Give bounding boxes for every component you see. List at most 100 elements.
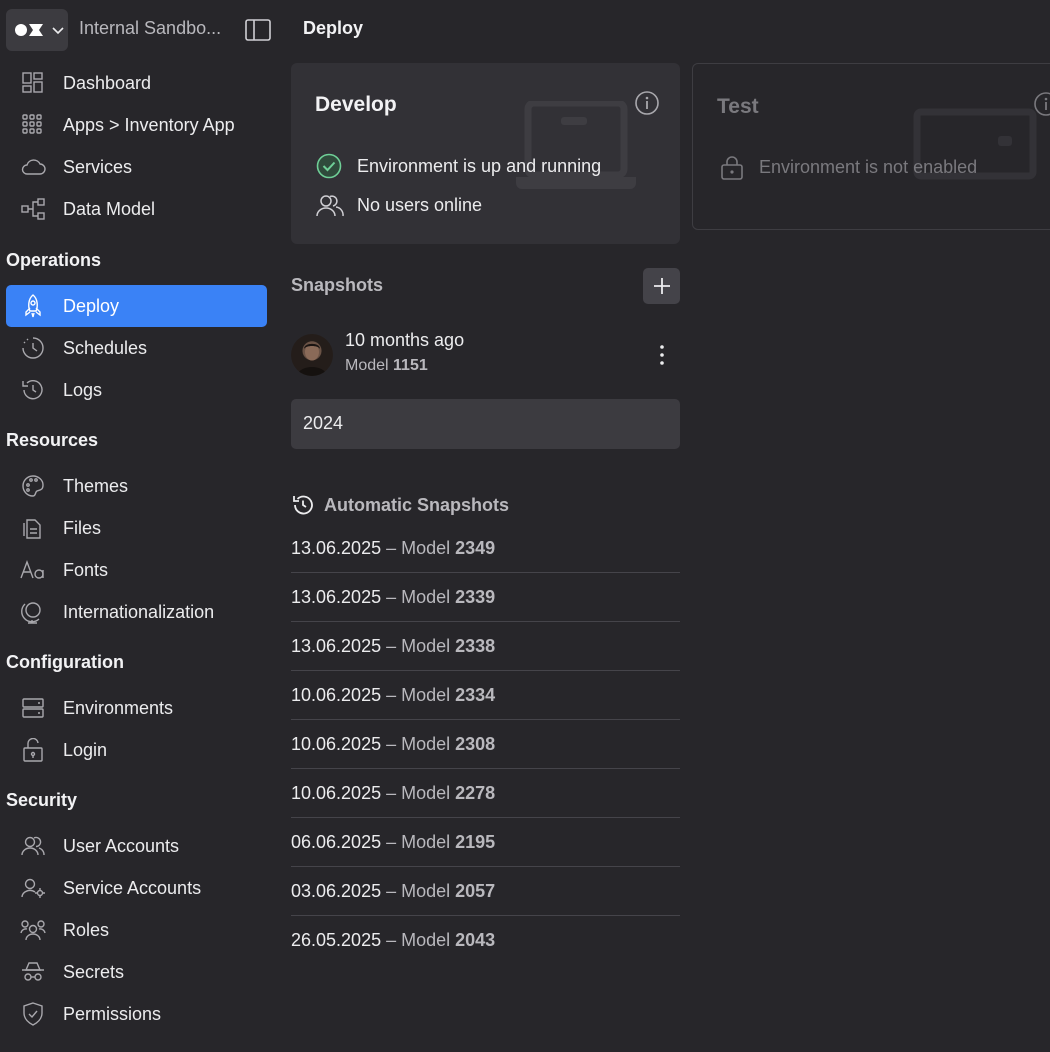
add-snapshot-button[interactable] xyxy=(643,268,680,304)
sidebar-item-user-accounts[interactable]: User Accounts xyxy=(6,825,267,867)
sidebar-item-label: Deploy xyxy=(63,296,120,316)
snapshot-date: 13.06.2025 xyxy=(291,537,382,558)
model-number: 2349 xyxy=(455,537,496,558)
avatar xyxy=(291,334,333,376)
list-item[interactable]: 10.06.2025 – Model 2278 xyxy=(291,769,680,818)
chevron-down-icon xyxy=(52,27,64,35)
sidebar-item-login[interactable]: Login xyxy=(6,729,267,771)
cloud-icon xyxy=(21,159,46,175)
snapshot-model: Model 1151 xyxy=(345,357,428,375)
sidebar-item-internationalization[interactable]: Internationalization xyxy=(6,591,267,633)
sidebar-item-label: Logs xyxy=(63,380,103,400)
lock-icon xyxy=(721,156,743,180)
globe-icon xyxy=(21,602,41,624)
sidebar-item-label: Internationalization xyxy=(63,602,215,622)
list-item[interactable]: 10.06.2025 – Model 2308 xyxy=(291,720,680,769)
shield-icon xyxy=(23,1002,43,1026)
develop-environment-card[interactable]: Develop Environment is up and running No… xyxy=(291,63,680,244)
section-heading-operations: Operations xyxy=(6,250,102,270)
snapshot-time[interactable]: 10 months ago xyxy=(345,330,464,351)
more-options-icon[interactable] xyxy=(650,340,674,370)
schedule-clock-icon xyxy=(22,337,44,359)
users-icon xyxy=(316,195,344,217)
rocket-icon xyxy=(25,294,41,318)
model-number: 2334 xyxy=(455,684,496,705)
sidebar-item-label: Dashboard xyxy=(63,73,152,93)
model-label: Model xyxy=(401,733,451,754)
separator: – xyxy=(386,537,397,558)
sidebar-item-label: Schedules xyxy=(63,338,148,358)
list-item[interactable]: 06.06.2025 – Model 2195 xyxy=(291,818,680,867)
snapshot-date: 10.06.2025 xyxy=(291,684,382,705)
files-icon xyxy=(23,519,41,539)
history-icon xyxy=(293,495,313,515)
separator: – xyxy=(386,684,397,705)
page-title: Deploy xyxy=(303,18,364,38)
apps-grid-icon xyxy=(22,114,42,134)
list-item[interactable]: 10.06.2025 – Model 2334 xyxy=(291,671,680,720)
info-icon[interactable] xyxy=(1033,91,1050,117)
section-heading-security: Security xyxy=(6,790,78,810)
sidebar-item-roles[interactable]: Roles xyxy=(6,909,267,951)
check-circle-icon xyxy=(316,153,342,179)
sidebar-item-deploy[interactable]: Deploy xyxy=(6,285,267,327)
sidebar-item-label: Secrets xyxy=(63,962,125,982)
separator: – xyxy=(386,635,397,656)
sidebar-item-label: Roles xyxy=(63,920,110,940)
model-number: 2308 xyxy=(455,733,496,754)
sidebar-item-apps[interactable]: Apps > Inventory App xyxy=(6,104,267,146)
separator: – xyxy=(386,782,397,803)
model-label: Model xyxy=(401,930,451,950)
sidebar-item-label: Service Accounts xyxy=(63,878,202,898)
service-account-icon xyxy=(21,878,45,898)
workspace-name[interactable]: Internal Sandbo... xyxy=(79,18,221,39)
sidebar-item-data-model[interactable]: Data Model xyxy=(6,188,267,230)
model-number: 2278 xyxy=(455,782,496,803)
year-group-row[interactable]: 2024 xyxy=(291,399,680,449)
sidebar-item-services[interactable]: Services xyxy=(6,146,267,188)
separator: – xyxy=(386,880,397,901)
sidebar-item-environments[interactable]: Environments xyxy=(6,687,267,729)
snapshots-heading: Snapshots xyxy=(291,275,384,295)
list-item[interactable]: 03.06.2025 – Model 2057 xyxy=(291,867,680,916)
sidebar-item-fonts[interactable]: Fonts xyxy=(6,549,267,591)
model-label: Model xyxy=(401,586,451,607)
sidebar-item-service-accounts[interactable]: Service Accounts xyxy=(6,867,267,909)
sidebar-item-label: Themes xyxy=(63,476,129,496)
environment-title: Test xyxy=(717,95,759,118)
list-item[interactable]: 26.05.2025 – Model 2043 xyxy=(291,916,680,965)
list-item[interactable]: 13.06.2025 – Model 2338 xyxy=(291,622,680,671)
model-label: Model xyxy=(401,684,451,705)
sidebar-item-permissions[interactable]: Permissions xyxy=(6,993,267,1035)
sidebar-item-themes[interactable]: Themes xyxy=(6,465,267,507)
sidebar-item-label: Environments xyxy=(63,698,174,718)
model-number: 2339 xyxy=(455,586,496,607)
model-label: Model xyxy=(401,831,451,852)
dashboard-icon xyxy=(22,72,43,93)
sidebar-item-secrets[interactable]: Secrets xyxy=(6,951,267,993)
workspace-switcher-button[interactable] xyxy=(6,9,68,51)
sidebar-item-dashboard[interactable]: Dashboard xyxy=(6,62,267,104)
info-icon[interactable] xyxy=(634,90,660,116)
sidebar-item-label: User Accounts xyxy=(63,836,180,856)
snapshot-date: 03.06.2025 xyxy=(291,880,382,901)
sidebar-item-schedules[interactable]: Schedules xyxy=(6,327,267,369)
plus-icon xyxy=(653,278,670,294)
model-number: 2057 xyxy=(455,880,496,901)
model-number: 1151 xyxy=(393,357,428,374)
snapshot-date: 13.06.2025 xyxy=(291,635,382,656)
list-item[interactable]: 13.06.2025 – Model 2339 xyxy=(291,573,680,622)
status-text: Environment is up and running xyxy=(357,156,602,176)
sidebar-item-label: Permissions xyxy=(63,1004,162,1024)
sidebar-toggle-icon[interactable] xyxy=(244,17,272,43)
environment-title: Develop xyxy=(315,93,397,116)
separator: – xyxy=(386,831,397,852)
palette-icon xyxy=(22,475,44,497)
users-online-text: No users online xyxy=(357,195,483,215)
server-icon xyxy=(22,698,44,718)
list-item[interactable]: 13.06.2025 – Model 2349 xyxy=(291,524,680,573)
sidebar-item-logs[interactable]: Logs xyxy=(6,369,267,411)
sidebar-item-files[interactable]: Files xyxy=(6,507,267,549)
test-environment-card[interactable]: Test Environment is not enabled xyxy=(692,63,1050,230)
model-label: Model xyxy=(345,357,389,374)
